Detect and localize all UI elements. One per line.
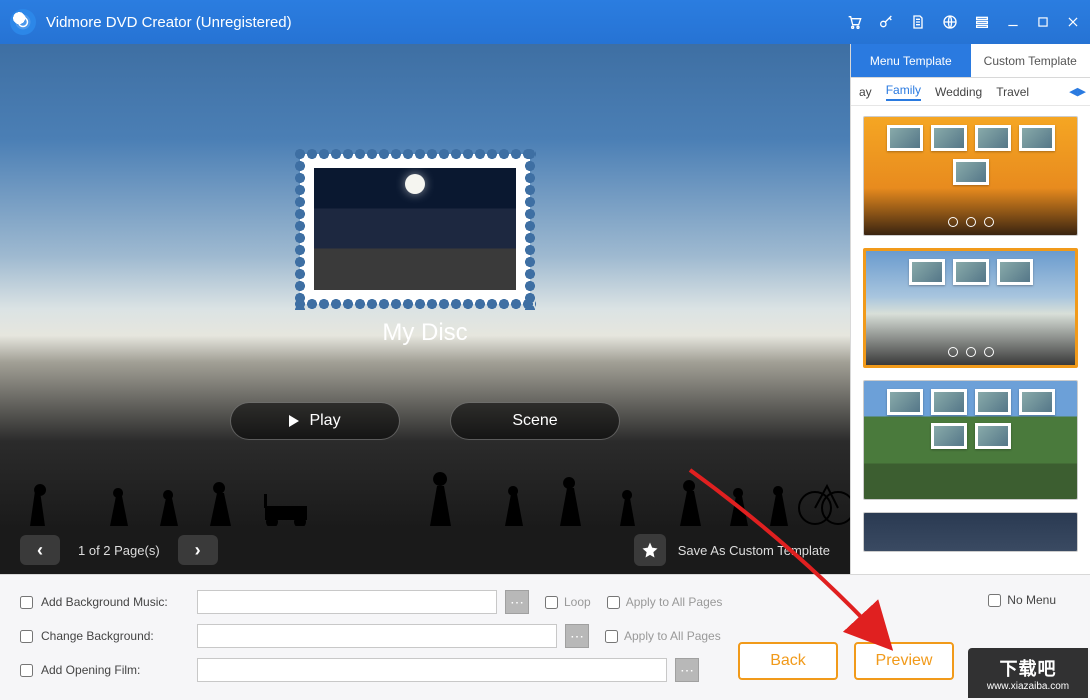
next-page-button[interactable]: ›	[178, 535, 218, 565]
menu-preview: My Disc Play Scene	[0, 44, 850, 574]
apply-all-bg-checkbox[interactable]	[605, 630, 618, 643]
app-logo-icon	[10, 9, 36, 35]
apply-all-music-checkbox[interactable]	[607, 596, 620, 609]
tab-menu-template[interactable]: Menu Template	[851, 44, 971, 77]
options-panel: Add Background Music: ⋯ Loop Apply to Al…	[0, 574, 1090, 700]
play-button[interactable]: Play	[230, 402, 400, 440]
opening-film-label: Add Opening Film:	[41, 663, 189, 677]
preview-footer: ‹ 1 of 2 Page(s) › Save As Custom Templa…	[0, 526, 850, 574]
scene-button[interactable]: Scene	[450, 402, 620, 440]
disc-title[interactable]: My Disc	[0, 319, 850, 347]
template-sidebar: Menu Template Custom Template ay Family …	[850, 44, 1090, 574]
template-thumb-1[interactable]	[863, 116, 1078, 236]
save-custom-icon[interactable]	[634, 534, 666, 566]
opening-film-checkbox[interactable]	[20, 664, 33, 677]
scene-label: Scene	[512, 412, 557, 430]
apply-all-bg-label: Apply to All Pages	[624, 629, 721, 643]
minimize-icon[interactable]	[1006, 15, 1020, 29]
save-custom-template-button[interactable]: Save As Custom Template	[678, 543, 830, 558]
cart-icon[interactable]	[846, 14, 862, 30]
bg-music-checkbox[interactable]	[20, 596, 33, 609]
opening-film-browse-button[interactable]: ⋯	[675, 658, 699, 682]
template-thumb-4[interactable]	[863, 512, 1078, 552]
template-thumbnails	[851, 106, 1090, 574]
category-wedding[interactable]: Wedding	[935, 85, 982, 99]
no-menu-label: No Menu	[1007, 593, 1056, 607]
back-button[interactable]: Back	[738, 642, 838, 680]
loop-label: Loop	[564, 595, 591, 609]
prev-page-button[interactable]: ‹	[20, 535, 60, 565]
document-icon[interactable]	[910, 14, 926, 30]
menu-icon[interactable]	[974, 14, 990, 30]
change-bg-browse-button[interactable]: ⋯	[565, 624, 589, 648]
category-partial[interactable]: ay	[859, 85, 872, 99]
titlebar: Vidmore DVD Creator (Unregistered)	[0, 0, 1090, 44]
template-thumb-3[interactable]	[863, 380, 1078, 500]
change-bg-input[interactable]	[197, 624, 557, 648]
no-menu-checkbox[interactable]	[988, 594, 1001, 607]
maximize-icon[interactable]	[1036, 15, 1050, 29]
menu-thumbnail-frame[interactable]	[300, 154, 530, 304]
bg-music-input[interactable]	[197, 590, 497, 614]
loop-checkbox[interactable]	[545, 596, 558, 609]
silhouette-decoration	[0, 446, 850, 526]
bg-music-browse-button[interactable]: ⋯	[505, 590, 529, 614]
apply-all-music-label: Apply to All Pages	[626, 595, 723, 609]
preview-button[interactable]: Preview	[854, 642, 954, 680]
page-indicator: 1 of 2 Page(s)	[78, 543, 160, 558]
category-travel[interactable]: Travel	[996, 85, 1029, 99]
change-bg-checkbox[interactable]	[20, 630, 33, 643]
play-label: Play	[309, 412, 340, 430]
category-row: ay Family Wedding Travel ◀▶	[851, 78, 1090, 106]
key-icon[interactable]	[878, 14, 894, 30]
opening-film-input[interactable]	[197, 658, 667, 682]
app-title: Vidmore DVD Creator (Unregistered)	[46, 14, 292, 31]
bg-music-label: Add Background Music:	[41, 595, 189, 609]
close-icon[interactable]	[1066, 15, 1080, 29]
play-icon	[289, 415, 299, 427]
change-bg-label: Change Background:	[41, 629, 189, 643]
template-thumb-2[interactable]	[863, 248, 1078, 368]
category-family[interactable]: Family	[886, 83, 921, 101]
globe-icon[interactable]	[942, 14, 958, 30]
category-scroll-icon[interactable]: ◀▶	[1069, 85, 1086, 98]
tab-custom-template[interactable]: Custom Template	[971, 44, 1090, 77]
